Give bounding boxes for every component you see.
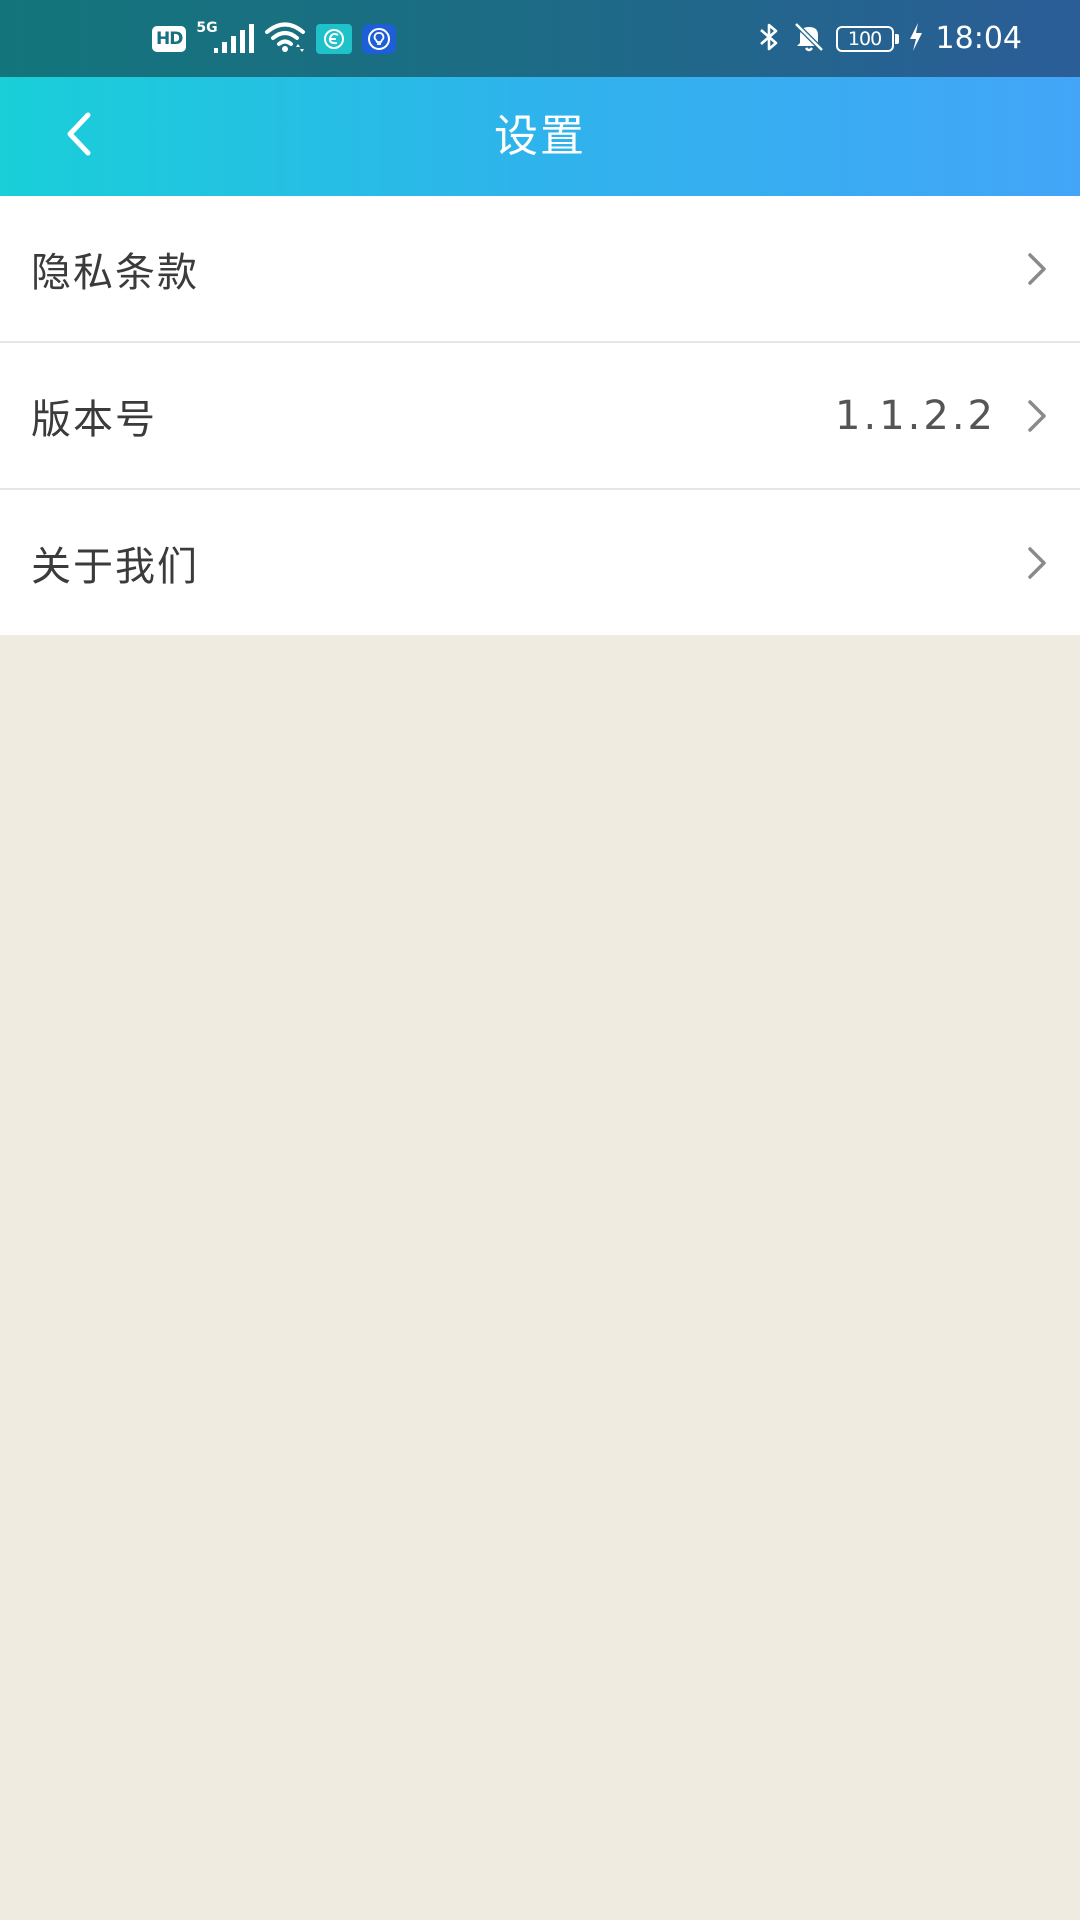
wifi-icon (264, 21, 306, 57)
app-e-icon (316, 23, 353, 54)
header-bar: 设置 (0, 77, 1080, 196)
settings-list: 隐私条款 版本号 1.1.2.2 关于我们 (0, 196, 1080, 635)
status-bar-left: HD 5G (152, 0, 397, 77)
chevron-right-icon (1024, 396, 1050, 436)
item-right (1024, 490, 1050, 635)
version-label: 版本号 (31, 396, 157, 443)
chevron-right-icon (1024, 249, 1050, 289)
privacy-terms-label: 隐私条款 (31, 249, 199, 296)
bluetooth-icon (756, 21, 782, 57)
chevron-right-icon (1024, 543, 1050, 583)
charging-icon (908, 22, 924, 56)
hd-icon: HD (152, 25, 187, 52)
status-bar: HD 5G 100 18:04 (0, 0, 1080, 77)
signal-5g-icon: 5G (196, 20, 255, 56)
item-right (1024, 196, 1050, 341)
bell-muted-icon (792, 21, 826, 57)
about-us-item[interactable]: 关于我们 (0, 490, 1080, 635)
battery-icon: 100 (835, 25, 899, 52)
status-bar-right: 100 18:04 (756, 0, 1022, 77)
version-item[interactable]: 版本号 1.1.2.2 (0, 343, 1080, 490)
privacy-terms-item[interactable]: 隐私条款 (0, 196, 1080, 343)
version-value: 1.1.2.2 (835, 392, 996, 439)
item-right: 1.1.2.2 (835, 343, 1050, 488)
clock: 18:04 (935, 21, 1022, 56)
battery-level: 100 (847, 27, 882, 50)
app-bulb-icon (362, 23, 397, 54)
page-title: 设置 (494, 111, 586, 162)
about-us-label: 关于我们 (31, 543, 199, 590)
